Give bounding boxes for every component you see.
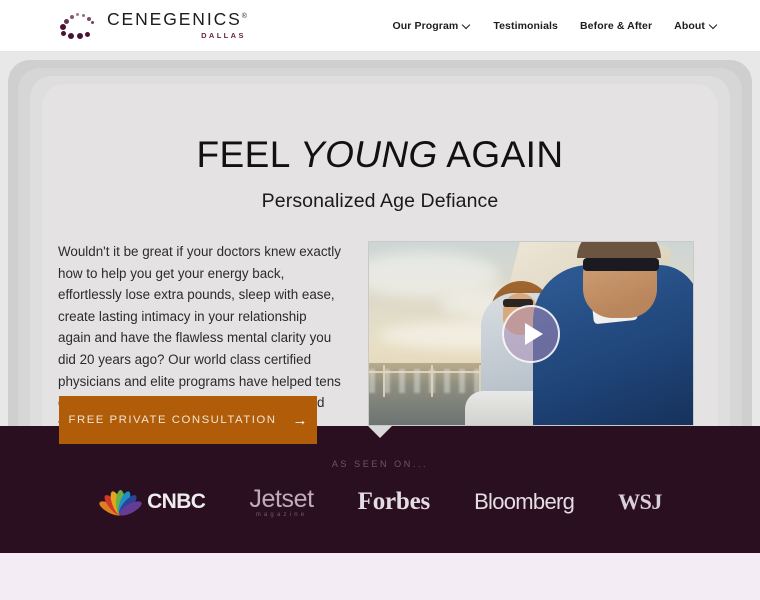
- press-logo-wsj[interactable]: WSJ: [618, 489, 662, 515]
- press-logo-list: CNBC Jetset magazine Forbes Bloomberg WS…: [0, 485, 760, 518]
- video-man-sunglasses: [583, 258, 659, 271]
- logo-wordmark: CENEGENICS® DALLAS: [107, 8, 247, 41]
- nav-item-about[interactable]: About: [674, 20, 718, 32]
- press-logo-forbes[interactable]: Forbes: [358, 488, 431, 516]
- nav-item-our-program[interactable]: Our Program: [392, 20, 471, 32]
- video-man-hair: [577, 242, 661, 258]
- page-title: FEEL YOUNG AGAIN: [42, 136, 718, 173]
- footer-strip: [0, 553, 760, 600]
- logo-city: DALLAS: [201, 31, 246, 41]
- logo-name: CENEGENICS®: [107, 8, 247, 29]
- headline-part-1: FEEL: [196, 134, 300, 175]
- headline-emphasis: YOUNG: [299, 134, 438, 175]
- main-nav: Our Program Testimonials Before & After …: [392, 20, 718, 32]
- nav-label: Before & After: [579, 19, 653, 32]
- play-icon[interactable]: [502, 304, 560, 363]
- press-logo-jetset[interactable]: Jetset magazine: [249, 485, 314, 518]
- jetset-subtitle: magazine: [255, 512, 308, 518]
- hero-video-player[interactable]: [368, 241, 694, 426]
- chevron-down-icon: [463, 21, 471, 29]
- press-logo-bloomberg[interactable]: Bloomberg: [474, 489, 575, 515]
- cnbc-wordmark: CNBC: [147, 489, 206, 513]
- site-header: CENEGENICS® DALLAS Our Program Testimoni…: [0, 0, 760, 52]
- headline-part-2: AGAIN: [437, 134, 564, 175]
- cnbc-peacock-icon: [97, 488, 144, 518]
- as-seen-on-section: AS SEEN ON... CNBC Jetset magazine Forbe…: [0, 426, 760, 553]
- nav-item-testimonials[interactable]: Testimonials: [493, 20, 558, 32]
- site-logo[interactable]: CENEGENICS® DALLAS: [56, 8, 247, 41]
- video-rail-post: [383, 365, 385, 397]
- section-notch-icon: [368, 426, 392, 438]
- nav-label: Testimonials: [493, 19, 558, 32]
- chevron-down-icon: [710, 21, 718, 29]
- as-seen-on-label: AS SEEN ON...: [331, 459, 429, 469]
- jetset-wordmark: Jetset: [249, 485, 314, 513]
- page-subtitle: Personalized Age Defiance: [261, 190, 499, 212]
- nav-item-before-after[interactable]: Before & After: [580, 20, 652, 32]
- press-logo-cnbc[interactable]: CNBC: [97, 488, 206, 518]
- registered-mark: ®: [241, 12, 247, 20]
- video-rail-post: [431, 365, 433, 397]
- cenegenics-dots-icon: [56, 11, 98, 41]
- cta-label: FREE PRIVATE CONSULTATION: [68, 414, 277, 426]
- landing-page: CENEGENICS® DALLAS Our Program Testimoni…: [0, 0, 760, 600]
- nav-label: About: [674, 19, 705, 32]
- arrow-right-icon: →: [292, 411, 308, 429]
- hero-section: FEEL YOUNG AGAIN Personalized Age Defian…: [0, 52, 760, 486]
- play-triangle: [524, 322, 543, 345]
- free-consultation-button[interactable]: FREE PRIVATE CONSULTATION →: [59, 396, 317, 444]
- nav-label: Our Program: [392, 19, 459, 32]
